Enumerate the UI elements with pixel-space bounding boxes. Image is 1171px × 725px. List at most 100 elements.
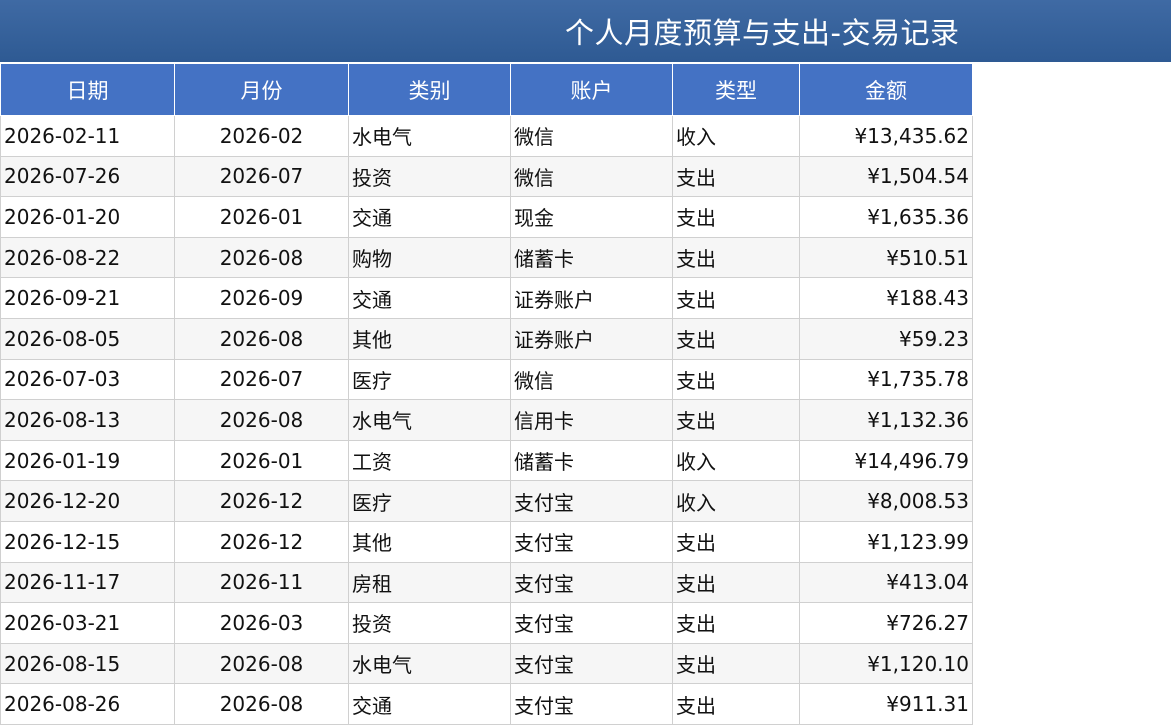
cell-category[interactable]: 购物 (348, 236, 511, 279)
cell-account[interactable]: 微信 (510, 358, 673, 401)
cell-month[interactable]: 2026-08 (174, 317, 349, 360)
cell-account[interactable]: 证券账户 (510, 277, 673, 319)
cell-date[interactable]: 2026-08-15 (0, 642, 175, 685)
cell-account[interactable]: 储蓄卡 (510, 439, 673, 482)
cell-date[interactable]: 2026-08-26 (0, 683, 175, 725)
cell-type[interactable]: 收入 (672, 439, 800, 482)
column-header-type[interactable]: 类型 (672, 62, 800, 116)
column-header-date[interactable]: 日期 (0, 62, 175, 116)
cell-month[interactable]: 2026-02 (174, 115, 349, 157)
cell-type[interactable]: 支出 (672, 520, 800, 563)
cell-month[interactable]: 2026-01 (174, 439, 349, 482)
cell-amount[interactable]: ¥413.04 (799, 561, 973, 604)
cell-account[interactable]: 微信 (510, 155, 673, 198)
cell-amount[interactable]: ¥8,008.53 (799, 480, 973, 522)
cell-type[interactable]: 支出 (672, 317, 800, 360)
cell-date[interactable]: 2026-01-20 (0, 196, 175, 238)
cell-date[interactable]: 2026-11-17 (0, 561, 175, 604)
cell-type[interactable]: 支出 (672, 236, 800, 279)
cell-account[interactable]: 证券账户 (510, 317, 673, 360)
cell-amount[interactable]: ¥1,123.99 (799, 520, 973, 563)
column-header-account[interactable]: 账户 (510, 62, 673, 116)
cell-amount[interactable]: ¥188.43 (799, 277, 973, 319)
cell-amount[interactable]: ¥510.51 (799, 236, 973, 279)
cell-amount[interactable]: ¥1,120.10 (799, 642, 973, 685)
cell-category[interactable]: 水电气 (348, 399, 511, 441)
cell-amount[interactable]: ¥59.23 (799, 317, 973, 360)
cell-date[interactable]: 2026-12-15 (0, 520, 175, 563)
cell-date[interactable]: 2026-08-13 (0, 399, 175, 441)
cell-amount[interactable]: ¥911.31 (799, 683, 973, 725)
cell-account[interactable]: 现金 (510, 196, 673, 238)
cell-account[interactable]: 微信 (510, 115, 673, 157)
cell-category[interactable]: 交通 (348, 277, 511, 319)
cell-month[interactable]: 2026-11 (174, 561, 349, 604)
cell-account[interactable]: 支付宝 (510, 642, 673, 685)
cell-category[interactable]: 医疗 (348, 480, 511, 522)
cell-category[interactable]: 投资 (348, 602, 511, 644)
cell-month[interactable]: 2026-01 (174, 196, 349, 238)
cell-date[interactable]: 2026-02-11 (0, 115, 175, 157)
cell-category[interactable]: 其他 (348, 317, 511, 360)
cell-category[interactable]: 交通 (348, 683, 511, 725)
sheet-title: 个人月度预算与支出-交易记录 (565, 16, 960, 50)
cell-amount[interactable]: ¥14,496.79 (799, 439, 973, 482)
cell-date[interactable]: 2026-03-21 (0, 602, 175, 644)
cell-category[interactable]: 水电气 (348, 115, 511, 157)
cell-account[interactable]: 支付宝 (510, 520, 673, 563)
cell-month[interactable]: 2026-08 (174, 683, 349, 725)
column-header-amount[interactable]: 金额 (799, 62, 973, 116)
cell-month[interactable]: 2026-08 (174, 399, 349, 441)
cell-category[interactable]: 水电气 (348, 642, 511, 685)
cell-category[interactable]: 工资 (348, 439, 511, 482)
cell-date[interactable]: 2026-01-19 (0, 439, 175, 482)
cell-account[interactable]: 储蓄卡 (510, 236, 673, 279)
cell-month[interactable]: 2026-12 (174, 520, 349, 563)
cell-category[interactable]: 投资 (348, 155, 511, 198)
cell-date[interactable]: 2026-08-22 (0, 236, 175, 279)
cell-month[interactable]: 2026-03 (174, 602, 349, 644)
cell-amount[interactable]: ¥1,635.36 (799, 196, 973, 238)
cell-amount[interactable]: ¥1,132.36 (799, 399, 973, 441)
cell-account[interactable]: 信用卡 (510, 399, 673, 441)
cell-type[interactable]: 支出 (672, 196, 800, 238)
cell-type[interactable]: 支出 (672, 399, 800, 441)
cell-date[interactable]: 2026-12-20 (0, 480, 175, 522)
cell-date[interactable]: 2026-07-03 (0, 358, 175, 401)
cell-account[interactable]: 支付宝 (510, 561, 673, 604)
table-row: 2026-12-15 2026-12 其他 支付宝 支出 ¥1,123.99 (0, 520, 973, 563)
cell-category[interactable]: 医疗 (348, 358, 511, 401)
header-row: 日期 月份 类别 账户 类型 金额 (0, 62, 973, 116)
cell-amount[interactable]: ¥1,735.78 (799, 358, 973, 401)
cell-month[interactable]: 2026-08 (174, 236, 349, 279)
cell-category[interactable]: 房租 (348, 561, 511, 604)
cell-account[interactable]: 支付宝 (510, 602, 673, 644)
table-body: 2026-02-11 2026-02 水电气 微信 收入 ¥13,435.62 2026-0… (0, 115, 973, 725)
cell-date[interactable]: 2026-07-26 (0, 155, 175, 198)
cell-month[interactable]: 2026-07 (174, 155, 349, 198)
cell-amount[interactable]: ¥1,504.54 (799, 155, 973, 198)
cell-category[interactable]: 其他 (348, 520, 511, 563)
cell-account[interactable]: 支付宝 (510, 683, 673, 725)
cell-type[interactable]: 收入 (672, 480, 800, 522)
cell-month[interactable]: 2026-08 (174, 642, 349, 685)
cell-date[interactable]: 2026-08-05 (0, 317, 175, 360)
cell-type[interactable]: 支出 (672, 642, 800, 685)
cell-type[interactable]: 支出 (672, 602, 800, 644)
cell-amount[interactable]: ¥13,435.62 (799, 115, 973, 157)
cell-type[interactable]: 支出 (672, 561, 800, 604)
cell-type[interactable]: 收入 (672, 115, 800, 157)
cell-date[interactable]: 2026-09-21 (0, 277, 175, 319)
cell-month[interactable]: 2026-07 (174, 358, 349, 401)
cell-month[interactable]: 2026-09 (174, 277, 349, 319)
cell-type[interactable]: 支出 (672, 683, 800, 725)
cell-amount[interactable]: ¥726.27 (799, 602, 973, 644)
cell-type[interactable]: 支出 (672, 277, 800, 319)
column-header-month[interactable]: 月份 (174, 62, 349, 116)
cell-category[interactable]: 交通 (348, 196, 511, 238)
column-header-category[interactable]: 类别 (348, 62, 511, 116)
cell-month[interactable]: 2026-12 (174, 480, 349, 522)
cell-account[interactable]: 支付宝 (510, 480, 673, 522)
cell-type[interactable]: 支出 (672, 155, 800, 198)
cell-type[interactable]: 支出 (672, 358, 800, 401)
